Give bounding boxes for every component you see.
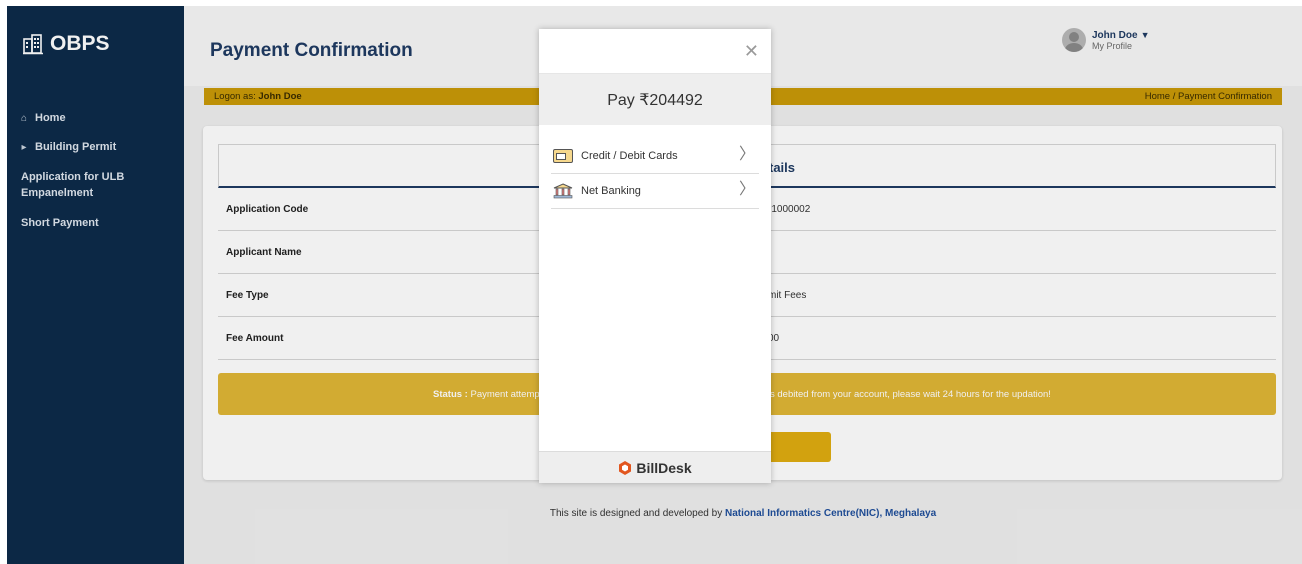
chevron-right-icon: 〉 xyxy=(738,181,755,198)
option-label: Net Banking xyxy=(581,185,641,197)
chevron-right-icon: 〉 xyxy=(738,146,755,163)
modal-footer: BillDesk xyxy=(539,451,771,483)
modal-header: ✕ xyxy=(539,29,771,74)
billdesk-logo-icon xyxy=(619,460,632,475)
payment-modal: ✕ Pay ₹204492 Credit / Debit Cards 〉 Net… xyxy=(539,29,771,483)
pay-amount: Pay ₹204492 xyxy=(607,92,703,109)
option-credit-debit-cards[interactable]: Credit / Debit Cards 〉 xyxy=(551,139,759,174)
billdesk-brand: BillDesk xyxy=(636,459,692,476)
amount-bar: Pay ₹204492 xyxy=(539,74,771,125)
option-label: Credit / Debit Cards xyxy=(581,150,678,162)
bank-icon xyxy=(553,183,573,199)
window-frame-left xyxy=(0,0,7,564)
close-icon[interactable]: ✕ xyxy=(744,42,759,60)
credit-card-icon xyxy=(553,149,573,163)
option-net-banking[interactable]: Net Banking 〉 xyxy=(551,174,759,209)
payment-options: Credit / Debit Cards 〉 Net Banking 〉 xyxy=(551,139,759,209)
